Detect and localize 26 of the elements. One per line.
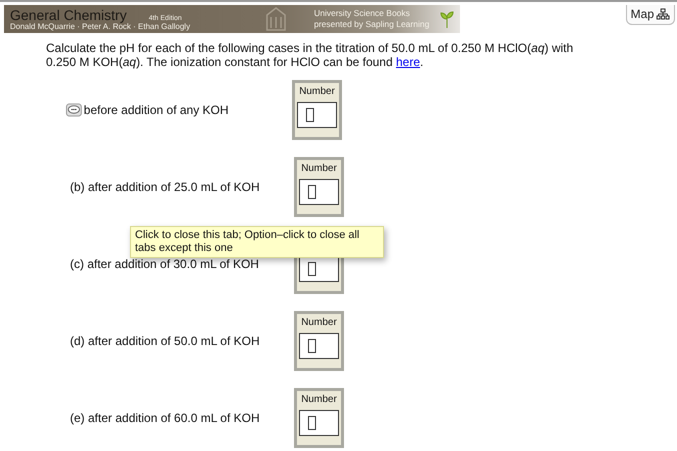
authors-text: Donald McQuarrie · Peter A. Rock · Ethan Gallogly xyxy=(10,22,192,30)
part-label: (b) after addition of 25.0 mL of KOH xyxy=(70,180,261,194)
tooltip: Click to close this tab; Option–click to close all tabs except this one xyxy=(130,226,384,258)
number-input-field[interactable] xyxy=(299,179,339,205)
speech-bubble-icon[interactable] xyxy=(66,103,82,117)
number-input-field[interactable] xyxy=(297,102,337,128)
number-input-field[interactable] xyxy=(299,333,339,359)
hierarchy-icon xyxy=(656,8,670,20)
book-title: General Chemistry xyxy=(10,8,127,22)
map-button[interactable]: Map xyxy=(626,5,675,25)
number-label: Number xyxy=(301,317,337,329)
part-label: before addition of any KOH xyxy=(84,103,230,117)
number-input-field[interactable] xyxy=(299,256,339,282)
part-label: (d) after addition of 50.0 mL of KOH xyxy=(70,334,261,348)
presenter-text: presented by Sapling Learning xyxy=(314,19,430,30)
question-text: Calculate the pH for each of the following cases in the titration of 50.0 mL of 0.250 M HClO(aq) with 0.250 M KOH(aq). The ionization constant for HClO can be found here. xyxy=(46,41,574,69)
sprout-icon xyxy=(440,9,454,29)
number-label: Number xyxy=(299,86,335,98)
here-link[interactable]: here xyxy=(396,55,420,69)
part-label: (e) after addition of 60.0 mL of KOH xyxy=(70,411,261,425)
building-logo-icon xyxy=(266,7,286,31)
publisher-text: University Science Books xyxy=(314,8,411,19)
number-input-field[interactable] xyxy=(299,410,339,436)
number-label: Number xyxy=(301,163,337,175)
part-label: (c) after addition of 30.0 mL of KOH xyxy=(70,257,260,271)
number-label: Number xyxy=(301,394,337,406)
